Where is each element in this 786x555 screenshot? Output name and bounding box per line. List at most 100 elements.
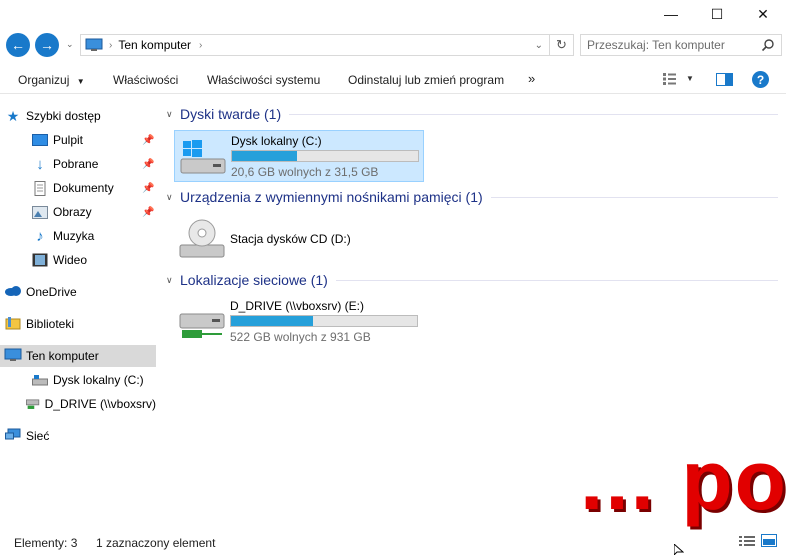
nav-music-label: Muzyka — [53, 229, 95, 243]
nav-onedrive[interactable]: OneDrive — [0, 281, 156, 303]
status-selected-count: 1 zaznaczony element — [96, 536, 216, 550]
cd-drive-icon — [179, 219, 225, 258]
nav-network[interactable]: Sieć — [0, 425, 156, 447]
back-button[interactable]: ← — [6, 33, 30, 57]
nav-music[interactable]: ♪ Muzyka — [0, 225, 156, 247]
drive-c-usage-bar — [231, 150, 419, 162]
nav-local-disk-label: Dysk lokalny (C:) — [53, 373, 144, 387]
nav-this-pc-label: Ten komputer — [26, 349, 99, 363]
drive-cd-name: Stacja dysków CD (D:) — [230, 232, 351, 246]
recent-locations-button[interactable]: ⌄ — [66, 39, 74, 50]
maximize-icon: ☐ — [710, 5, 724, 22]
address-bar[interactable]: › Ten komputer › ⌄ — [80, 34, 550, 56]
preview-pane-icon — [716, 73, 733, 86]
group-hard-drives[interactable]: ∨ Dyski twarde (1) — [166, 106, 778, 122]
drive-c-free-space: 20,6 GB wolnych z 31,5 GB — [231, 165, 379, 179]
hard-disk-icon — [32, 375, 48, 386]
download-arrow-icon: ↓ — [36, 155, 44, 173]
nav-documents-label: Dokumenty — [53, 181, 114, 195]
nav-videos-label: Wideo — [53, 253, 88, 267]
nav-videos[interactable]: Wideo — [0, 249, 156, 271]
details-view-icon — [739, 536, 755, 546]
drive-e-name: D_DRIVE (\\vboxsrv) (E:) — [230, 299, 365, 313]
breadcrumb-this-pc[interactable]: Ten komputer — [118, 38, 191, 52]
refresh-icon: ↻ — [556, 37, 567, 52]
breadcrumb-chevron-icon[interactable]: › — [199, 40, 202, 51]
group-removable[interactable]: ∨ Urządzenia z wymiennymi nośnikami pami… — [166, 189, 778, 205]
nav-quick-access-label: Szybki dostęp — [26, 109, 101, 123]
close-icon: ✕ — [757, 5, 769, 22]
group-network-locations-title: Lokalizacje sieciowe (1) — [180, 272, 328, 288]
libraries-icon — [0, 316, 26, 333]
details-view-button[interactable] — [739, 535, 755, 550]
nav-desktop-label: Pulpit — [53, 133, 84, 147]
chevron-down-icon[interactable]: ∨ — [166, 192, 180, 203]
large-icons-view-icon — [761, 534, 777, 547]
nav-this-pc[interactable]: Ten komputer — [0, 345, 156, 367]
minimize-icon: — — [664, 6, 678, 22]
organize-button[interactable]: Organizuj ▼ — [18, 73, 85, 87]
drive-e-free-space: 522 GB wolnych z 931 GB — [230, 330, 371, 344]
nav-libraries[interactable]: Biblioteki — [0, 313, 156, 335]
forward-button[interactable]: → — [35, 33, 59, 57]
drive-tile-e[interactable]: D_DRIVE (\\vboxsrv) (E:) 522 GB wolnych … — [174, 296, 424, 348]
nav-onedrive-label: OneDrive — [26, 285, 77, 299]
nav-desktop[interactable]: Pulpit 📌 — [0, 129, 156, 151]
search-input[interactable]: Przeszukaj: Ten komputer — [581, 38, 761, 52]
group-divider — [289, 113, 778, 115]
group-divider — [335, 279, 778, 281]
help-button[interactable]: ? — [752, 71, 769, 88]
nav-downloads-label: Pobrane — [53, 157, 99, 171]
close-button[interactable]: ✕ — [740, 0, 786, 28]
network-drive-icon — [26, 399, 40, 409]
organize-label: Organizuj — [18, 73, 70, 87]
windows-drive-icon — [180, 140, 226, 174]
address-dropdown-icon[interactable]: ⌄ — [535, 40, 543, 51]
pin-icon[interactable]: 📌 — [142, 183, 154, 194]
more-commands-button[interactable]: » — [528, 71, 535, 86]
uninstall-program-button[interactable]: Odinstaluj lub zmień program — [348, 73, 504, 87]
network-drive-icon — [179, 313, 225, 338]
minimize-button[interactable]: — — [648, 0, 694, 28]
nav-network-label: Sieć — [26, 429, 50, 443]
pin-icon[interactable]: 📌 — [142, 207, 154, 218]
search-box[interactable]: Przeszukaj: Ten komputer — [580, 34, 782, 56]
arrow-right-icon: → — [40, 37, 54, 53]
drive-tile-cd[interactable]: Stacja dysków CD (D:) — [174, 213, 424, 265]
pin-icon[interactable]: 📌 — [142, 135, 154, 146]
group-network-locations[interactable]: ∨ Lokalizacje sieciowe (1) — [166, 272, 778, 288]
view-details-icon — [663, 73, 676, 85]
system-properties-button[interactable]: Właściwości systemu — [207, 73, 320, 87]
star-icon: ★ — [6, 107, 20, 124]
view-dropdown-icon[interactable]: ▼ — [686, 74, 694, 83]
cloud-icon — [0, 285, 26, 300]
drive-c-usage-fill — [232, 151, 298, 161]
network-icon — [0, 428, 26, 445]
drive-e-usage-bar — [230, 315, 418, 327]
chevron-down-icon[interactable]: ∨ — [166, 109, 180, 120]
videos-icon — [32, 253, 48, 267]
nav-d-drive[interactable]: D_DRIVE (\\vboxsrv) — [0, 393, 156, 415]
pin-icon[interactable]: 📌 — [142, 159, 154, 170]
help-icon: ? — [756, 72, 765, 87]
properties-button[interactable]: Właściwości — [113, 73, 178, 87]
drive-tile-c[interactable]: Dysk lokalny (C:) 20,6 GB wolnych z 31,5… — [174, 130, 424, 182]
change-view-button[interactable] — [662, 72, 678, 89]
desktop-icon — [32, 133, 48, 146]
overlay-caption: ... po — [580, 433, 786, 527]
pictures-icon — [32, 205, 48, 219]
large-icons-view-button[interactable] — [761, 534, 777, 550]
computer-icon — [85, 38, 103, 51]
status-item-count: Elementy: 3 — [14, 536, 78, 550]
nav-pictures[interactable]: Obrazy 📌 — [0, 201, 156, 223]
nav-local-disk[interactable]: Dysk lokalny (C:) — [0, 369, 156, 391]
chevron-down-icon[interactable]: ∨ — [166, 275, 180, 286]
maximize-button[interactable]: ☐ — [694, 0, 740, 28]
chevron-down-icon: ⌄ — [66, 39, 74, 49]
nav-documents[interactable]: Dokumenty 📌 — [0, 177, 156, 199]
group-removable-title: Urządzenia z wymiennymi nośnikami pamięc… — [180, 189, 483, 205]
preview-pane-button[interactable] — [716, 73, 733, 89]
nav-downloads[interactable]: ↓ Pobrane 📌 — [0, 153, 156, 175]
nav-quick-access[interactable]: ★ Szybki dostęp — [0, 105, 156, 127]
refresh-button[interactable]: ↻ — [550, 34, 574, 56]
